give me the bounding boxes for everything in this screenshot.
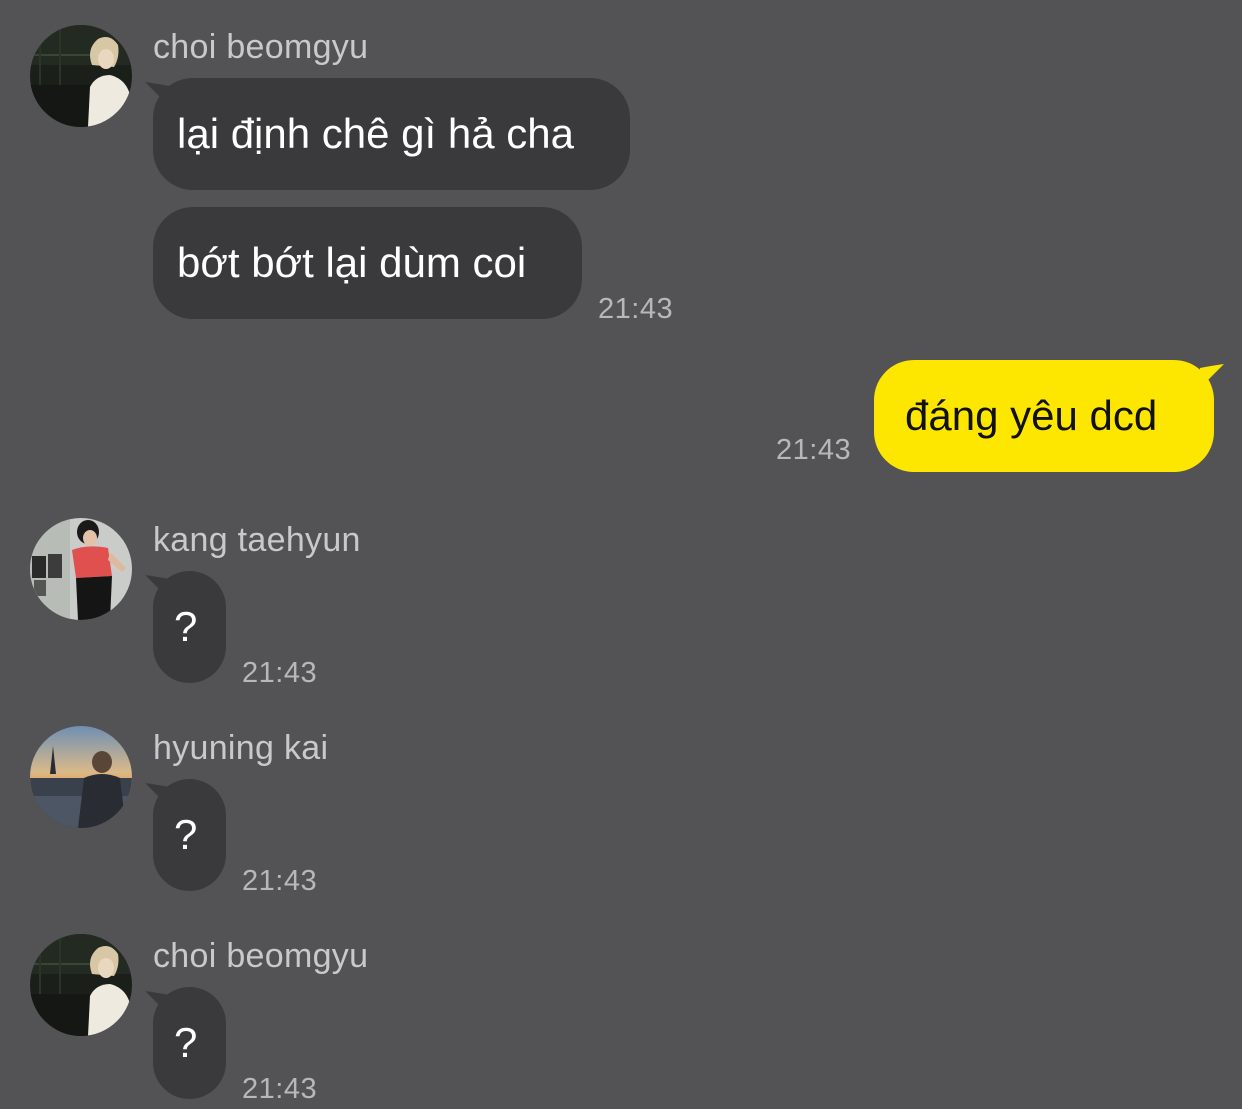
avatar-kang-taehyun[interactable] (30, 518, 132, 620)
message-time: 21:43 (242, 657, 318, 689)
sender-name: hyuning kai (153, 729, 329, 767)
bubble-tail (1200, 364, 1224, 388)
hueningkai-avatar-image (30, 726, 132, 828)
sender-name: choi beomgyu (153, 28, 369, 66)
message-bubble[interactable]: ? (153, 987, 226, 1099)
beomgyu-avatar-image (30, 934, 132, 1036)
sender-name: choi beomgyu (153, 937, 369, 975)
message-text: ? (174, 603, 198, 650)
message-bubble[interactable]: ? (153, 571, 226, 683)
message-time: 21:43 (776, 434, 852, 466)
message-text: ? (174, 1019, 198, 1066)
message-bubble[interactable]: bớt bớt lại dùm coi (153, 207, 582, 319)
avatar-choi-beomgyu[interactable] (30, 934, 132, 1036)
message-bubble[interactable]: ? (153, 779, 226, 891)
message-text: đáng yêu dcd (905, 392, 1158, 439)
taehyun-avatar-image (30, 518, 132, 620)
message-time: 21:43 (242, 1073, 318, 1105)
avatar-hyuning-kai[interactable] (30, 726, 132, 828)
message-text: bớt bớt lại dùm coi (177, 239, 527, 286)
avatar-choi-beomgyu[interactable] (30, 25, 132, 127)
message-time: 21:43 (598, 293, 674, 325)
message-text: lại định chê gì hả cha (177, 110, 574, 157)
chat-view[interactable]: choi beomgyu lại định chê gì hả cha bớt … (0, 0, 1242, 1109)
beomgyu-avatar-image (30, 25, 132, 127)
message-bubble[interactable]: lại định chê gì hả cha (153, 78, 630, 190)
my-message-bubble[interactable]: đáng yêu dcd (874, 360, 1214, 472)
sender-name: kang taehyun (153, 521, 361, 559)
message-text: ? (174, 811, 198, 858)
message-time: 21:43 (242, 865, 318, 897)
